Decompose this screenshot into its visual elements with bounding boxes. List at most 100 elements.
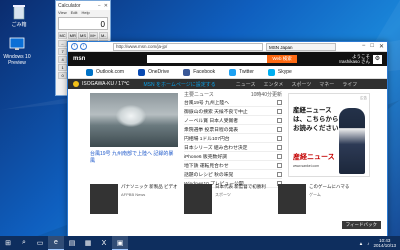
user-info[interactable]: ようこそ Irashikaso さん	[339, 54, 370, 64]
calc-key[interactable]: 7	[58, 48, 68, 55]
category-tab[interactable]: エンタメ	[264, 81, 284, 88]
story-source: ゲーム	[309, 192, 321, 197]
quick-link-facebook[interactable]: Facebook	[183, 68, 216, 76]
desktop-icon-windows-preview[interactable]: Windows 10 Preview	[0, 36, 34, 66]
back-icon[interactable]: ‹	[71, 43, 78, 50]
excel-button[interactable]: X	[96, 236, 112, 250]
close-button[interactable]: ✕	[104, 3, 108, 9]
browser-window[interactable]: ‹ › http://www.msn.com/ja-jp/ MSN Japan …	[67, 41, 388, 238]
calc-key[interactable]: MR	[68, 32, 78, 39]
outlook-icon	[86, 68, 93, 76]
headline-row[interactable]: iPhone6 販売数好調	[184, 152, 282, 161]
headline-tag-icon	[277, 171, 282, 177]
desktop-icon-label: Windows 10 Preview	[3, 54, 31, 66]
weather-location[interactable]: ISOGAWA-KU / 17℃	[82, 81, 129, 87]
calc-key[interactable]: 4	[58, 56, 68, 63]
quick-link-skype[interactable]: Skype	[267, 68, 292, 76]
calc-key[interactable]: MC	[58, 32, 68, 39]
ad-person-image	[339, 108, 365, 174]
desktop-icon-recycle-bin[interactable]: ごみ箱	[2, 4, 36, 28]
headline-row[interactable]: ノーベル賞 日本人受賞者	[184, 116, 282, 125]
calculator-button[interactable]: ▣	[112, 236, 128, 250]
feedback-button[interactable]: フィードバック	[341, 221, 381, 229]
set-homepage-link[interactable]: MSN をホームページに設定する	[143, 81, 215, 88]
start-button[interactable]: ⊞	[0, 236, 16, 250]
calc-key[interactable]: 1	[58, 64, 68, 71]
headline-tag-icon	[277, 135, 282, 141]
advertisement[interactable]: 広告 産経ニュースは、こちらからお読みください 産経ニュース www.sanke…	[288, 93, 370, 177]
msn-logo[interactable]: msn	[73, 56, 89, 62]
headline-row[interactable]: 台風19号 九州上陸へ	[184, 98, 282, 107]
minimize-button[interactable]: −	[98, 3, 101, 9]
category-tab[interactable]: ニュース	[236, 81, 256, 88]
quick-link-outlook[interactable]: Outlook.com	[86, 68, 124, 76]
msn-brand: msn	[73, 56, 86, 62]
story-card[interactable]: パナソニック 新製品 ビデオ AFPBB News	[90, 184, 178, 214]
story-card[interactable]: このゲームにハマる ゲーム	[278, 184, 366, 214]
quick-link-twitter[interactable]: Twitter	[229, 68, 254, 76]
headline-row[interactable]: 円相場 1ドル107円台	[184, 134, 282, 143]
ad-label: 広告	[360, 96, 367, 100]
headline-header-title: 主要ニュース	[184, 92, 214, 98]
clock[interactable]: 10:43 2014/10/13	[373, 238, 396, 248]
lead-photo	[90, 93, 178, 147]
address-bar[interactable]: http://www.msn.com/ja-jp/	[113, 42, 263, 51]
browser-tab[interactable]: MSN Japan	[266, 42, 336, 51]
headline-tag-icon	[277, 108, 282, 114]
lead-story[interactable]: 台風19号 九州南部で上陸へ 記録的暴風	[90, 93, 178, 165]
task-view-button[interactable]: ▭	[32, 236, 48, 250]
headline-row[interactable]: 御嶽山の捜索 天候不良で中止	[184, 107, 282, 116]
story-thumbnail	[184, 184, 212, 214]
browser-toolbar: ‹ › http://www.msn.com/ja-jp/ MSN Japan …	[68, 42, 387, 52]
volume-icon[interactable]: ♪	[367, 241, 369, 246]
maximize-button[interactable]: □	[370, 43, 374, 50]
explorer-button[interactable]: ▤	[64, 236, 80, 250]
search-input[interactable]	[147, 55, 268, 63]
minimize-button[interactable]: −	[362, 43, 366, 50]
ad-url: www.sankei.com	[293, 164, 320, 168]
settings-gear-icon[interactable]: ⚙	[373, 54, 382, 64]
calc-key[interactable]: M+	[88, 32, 98, 39]
web-search-button[interactable]: Web 検索	[267, 55, 297, 63]
msn-content: 台風19号 九州南部で上陸へ 記録的暴風 主要ニュース 10時40分更新 台風1…	[68, 89, 387, 233]
calc-key[interactable]: 0	[58, 72, 68, 79]
category-tab[interactable]: スポーツ	[291, 81, 311, 88]
sun-icon	[73, 81, 79, 87]
calc-key[interactable]: M-	[98, 32, 108, 39]
desktop-icon-label: ごみ箱	[11, 22, 27, 28]
menu-view[interactable]: View	[58, 10, 67, 16]
quick-link-label: Facebook	[193, 69, 216, 75]
store-button[interactable]: ▦	[80, 236, 96, 250]
close-button[interactable]: ✕	[379, 43, 384, 50]
headline-text: 衆院選挙 投票日程の発表	[184, 127, 239, 133]
headline-row[interactable]: 日本シリーズ 組み合わせ決定	[184, 143, 282, 152]
url-text: http://www.msn.com/ja-jp/	[116, 44, 168, 49]
calculator-titlebar[interactable]: Calculator − ✕	[56, 1, 110, 10]
calc-key[interactable]: MS	[78, 32, 88, 39]
tab-title: MSN Japan	[269, 44, 293, 50]
quick-link-onedrive[interactable]: OneDrive	[138, 68, 169, 76]
search-button[interactable]: ⌕	[16, 236, 32, 250]
ie-button[interactable]: e	[48, 236, 64, 250]
forward-icon[interactable]: ›	[80, 43, 87, 50]
ad-headline: 産経ニュースは、こちらからお読みください	[293, 107, 339, 132]
story-card[interactable]: 日本代表 新監督で初勝利 スポーツ	[184, 184, 272, 214]
headline-row[interactable]: 話題のレシピ 秋の味覚	[184, 170, 282, 179]
network-icon[interactable]: ▲	[359, 241, 363, 246]
headline-header-time: 10時40分更新	[250, 92, 282, 98]
menu-help[interactable]: Help	[82, 10, 90, 16]
skype-icon	[267, 68, 275, 76]
headline-row[interactable]: 地下鉄 運転見合わせ	[184, 161, 282, 170]
story-text: パナソニック 新製品 ビデオ AFPBB News	[121, 184, 178, 214]
headline-row[interactable]: 衆院選挙 投票日程の発表	[184, 125, 282, 134]
computer-icon	[8, 36, 26, 52]
category-tab[interactable]: ライフ	[342, 81, 357, 88]
headline-tag-icon	[277, 99, 282, 105]
category-tab[interactable]: マネー	[319, 81, 334, 88]
menu-edit[interactable]: Edit	[71, 10, 78, 16]
headline-tag-icon	[277, 153, 282, 159]
calc-key[interactable]: ←	[58, 40, 68, 47]
category-tabs: ニュース エンタメ スポーツ マネー ライフ	[236, 81, 358, 88]
lead-caption[interactable]: 台風19号 九州南部で上陸へ 記録的暴風	[90, 151, 178, 165]
headline-tag-icon	[277, 126, 282, 132]
